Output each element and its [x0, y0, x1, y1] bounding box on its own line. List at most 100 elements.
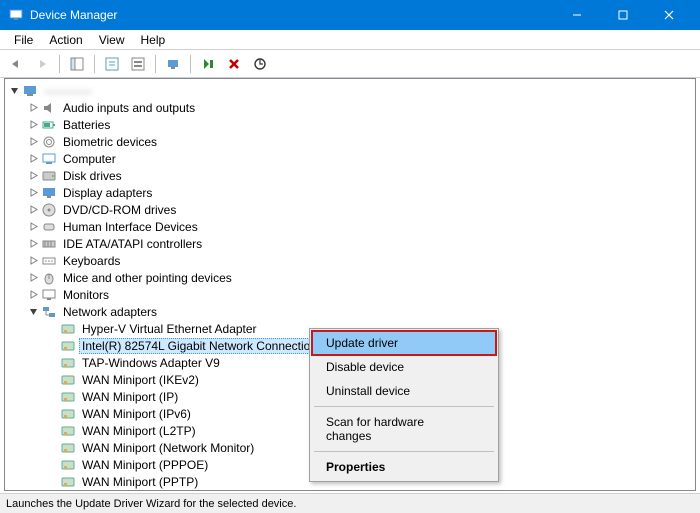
- tree-item-label: WAN Miniport (IPv6): [79, 407, 194, 421]
- expand-icon[interactable]: [26, 135, 40, 149]
- context-scan-for-hardware-changes[interactable]: Scan for hardware changes: [312, 410, 496, 448]
- tree-root[interactable]: ————: [7, 82, 693, 99]
- expand-icon[interactable]: [26, 186, 40, 200]
- hid-icon: [41, 219, 57, 235]
- show-hide-tree-button[interactable]: [65, 53, 89, 75]
- expand-icon[interactable]: [26, 220, 40, 234]
- tree-device[interactable]: WAN Miniport (SSTP): [7, 490, 693, 491]
- tree-category[interactable]: Disk drives: [7, 167, 693, 184]
- tree-category[interactable]: DVD/CD-ROM drives: [7, 201, 693, 218]
- fingerprint-icon: [41, 134, 57, 150]
- tree-category[interactable]: Mice and other pointing devices: [7, 269, 693, 286]
- nic-icon: [60, 372, 76, 388]
- expand-icon[interactable]: [26, 254, 40, 268]
- context-update-driver[interactable]: Update driver: [312, 331, 496, 355]
- context-properties[interactable]: Properties: [312, 455, 496, 479]
- nic-icon: [60, 423, 76, 439]
- collapse-icon[interactable]: [26, 305, 40, 319]
- expand-icon[interactable]: [26, 152, 40, 166]
- speaker-icon: [41, 100, 57, 116]
- menubar: File Action View Help: [0, 30, 700, 50]
- maximize-button[interactable]: [600, 0, 646, 30]
- battery-icon: [41, 117, 57, 133]
- tree-item-label: WAN Miniport (PPPOE): [79, 458, 211, 472]
- expander-placeholder: [45, 424, 59, 438]
- tree-category[interactable]: Computer: [7, 150, 693, 167]
- tree-item-label: Audio inputs and outputs: [60, 101, 198, 115]
- context-menu: Update driverDisable deviceUninstall dev…: [309, 328, 499, 482]
- tree-category[interactable]: Batteries: [7, 116, 693, 133]
- tree-category[interactable]: IDE ATA/ATAPI controllers: [7, 235, 693, 252]
- expand-icon[interactable]: [26, 101, 40, 115]
- tree-item-label: Batteries: [60, 118, 113, 132]
- close-button[interactable]: [646, 0, 692, 30]
- expand-icon[interactable]: [26, 237, 40, 251]
- tree-category[interactable]: Display adapters: [7, 184, 693, 201]
- expander-placeholder: [45, 441, 59, 455]
- context-disable-device[interactable]: Disable device: [312, 355, 496, 379]
- nic-icon: [60, 321, 76, 337]
- tree-item-label: WAN Miniport (L2TP): [79, 424, 199, 438]
- update-driver-button[interactable]: [248, 53, 272, 75]
- nic-icon: [60, 355, 76, 371]
- tree-category[interactable]: Biometric devices: [7, 133, 693, 150]
- nic-icon: [60, 406, 76, 422]
- expander-placeholder: [45, 322, 59, 336]
- menu-help[interactable]: Help: [133, 31, 174, 49]
- menu-file[interactable]: File: [6, 31, 41, 49]
- enable-button[interactable]: [196, 53, 220, 75]
- expander-placeholder: [45, 458, 59, 472]
- help-button[interactable]: [100, 53, 124, 75]
- mouse-icon: [41, 270, 57, 286]
- display-icon: [41, 185, 57, 201]
- expand-icon[interactable]: [26, 118, 40, 132]
- tree-category[interactable]: Audio inputs and outputs: [7, 99, 693, 116]
- window-title: Device Manager: [30, 8, 554, 22]
- toolbar-separator: [190, 55, 191, 73]
- tree-item-label: Disk drives: [60, 169, 125, 183]
- cdrom-icon: [41, 202, 57, 218]
- nic-icon: [60, 457, 76, 473]
- scan-hardware-button[interactable]: [161, 53, 185, 75]
- tree-item-label: Hyper-V Virtual Ethernet Adapter: [79, 322, 260, 336]
- tree-item-label: Display adapters: [60, 186, 155, 200]
- tree-item-label: Network adapters: [60, 305, 160, 319]
- collapse-icon[interactable]: [7, 84, 21, 98]
- expand-icon[interactable]: [26, 271, 40, 285]
- titlebar: Device Manager: [0, 0, 700, 30]
- statusbar-text: Launches the Update Driver Wizard for th…: [6, 498, 296, 510]
- tree-item-label: TAP-Windows Adapter V9: [79, 356, 223, 370]
- tree-category[interactable]: Monitors: [7, 286, 693, 303]
- uninstall-button[interactable]: [222, 53, 246, 75]
- properties-button[interactable]: [126, 53, 150, 75]
- tree-category[interactable]: Keyboards: [7, 252, 693, 269]
- nic-icon: [60, 491, 76, 492]
- forward-button[interactable]: [30, 53, 54, 75]
- toolbar-separator: [59, 55, 60, 73]
- tree-category[interactable]: Network adapters: [7, 303, 693, 320]
- expand-icon[interactable]: [26, 288, 40, 302]
- expand-icon[interactable]: [26, 169, 40, 183]
- tree-item-label: WAN Miniport (IP): [79, 390, 181, 404]
- expand-icon[interactable]: [26, 203, 40, 217]
- back-button[interactable]: [4, 53, 28, 75]
- tree-item-label: Biometric devices: [60, 135, 160, 149]
- menu-action[interactable]: Action: [41, 31, 90, 49]
- tree-item-label: WAN Miniport (IKEv2): [79, 373, 202, 387]
- tree-category[interactable]: Human Interface Devices: [7, 218, 693, 235]
- ide-icon: [41, 236, 57, 252]
- expander-placeholder: [45, 356, 59, 370]
- tree-item-label: Computer: [60, 152, 119, 166]
- context-separator: [314, 406, 494, 407]
- expander-placeholder: [45, 390, 59, 404]
- tree-item-label: DVD/CD-ROM drives: [60, 203, 179, 217]
- tree-item-label: ————: [41, 84, 95, 98]
- context-separator: [314, 451, 494, 452]
- tree-item-label: WAN Miniport (Network Monitor): [79, 441, 257, 455]
- menu-view[interactable]: View: [91, 31, 133, 49]
- expander-placeholder: [45, 407, 59, 421]
- context-uninstall-device[interactable]: Uninstall device: [312, 379, 496, 403]
- monitor-icon: [41, 287, 57, 303]
- expander-placeholder: [45, 373, 59, 387]
- minimize-button[interactable]: [554, 0, 600, 30]
